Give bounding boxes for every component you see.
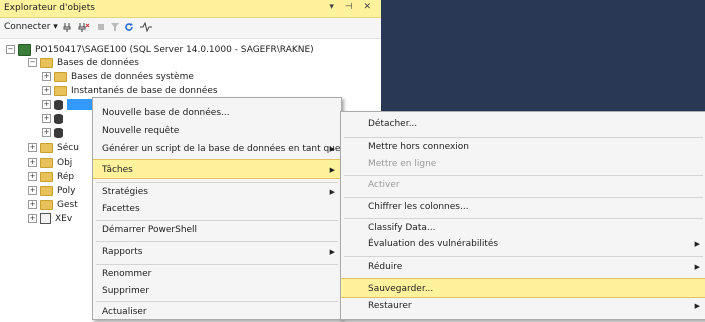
tree-node-system-databases[interactable]: + Bases de données système bbox=[42, 70, 194, 84]
folder-icon bbox=[40, 171, 53, 182]
submenu-item-bring-online[interactable]: Mettre en ligne bbox=[341, 154, 705, 174]
folder-icon bbox=[40, 157, 53, 168]
tree-node-policy[interactable]: + Poly bbox=[28, 184, 75, 198]
tree-node-databases[interactable]: − Bases de données bbox=[28, 56, 139, 70]
databases-label: Bases de données bbox=[57, 58, 139, 68]
expand-icon[interactable]: + bbox=[28, 186, 37, 195]
object-explorer-titlebar: Explorateur d'objets ▾ ⊣ ✕ bbox=[0, 0, 381, 18]
tree-node-replication[interactable]: + Rép bbox=[28, 170, 74, 184]
submenu-item-backup[interactable]: Sauvegarder... bbox=[341, 278, 705, 298]
tree-node-security[interactable]: + Sécu bbox=[28, 141, 79, 155]
connect-icon[interactable] bbox=[62, 22, 72, 35]
menu-item-new-query[interactable]: Nouvelle requête bbox=[93, 121, 341, 141]
database-icon bbox=[54, 99, 63, 110]
submenu-item-activate[interactable]: Activer bbox=[341, 175, 705, 195]
submenu-arrow-icon: ▶ bbox=[694, 263, 700, 271]
truncated-label: Gest bbox=[57, 200, 78, 210]
selected-database-highlight[interactable] bbox=[67, 99, 93, 110]
filter-icon[interactable] bbox=[110, 22, 120, 35]
expand-icon[interactable]: + bbox=[42, 100, 51, 109]
tree-node-server[interactable]: − PO150417\SAGE100 (SQL Server 14.0.1000 … bbox=[6, 43, 314, 57]
truncated-label: Poly bbox=[57, 186, 76, 196]
folder-icon bbox=[54, 71, 67, 82]
xevent-icon bbox=[40, 213, 51, 224]
panel-title: Explorateur d'objets bbox=[4, 3, 95, 13]
submenu-arrow-icon: ▶ bbox=[329, 166, 335, 174]
expand-icon[interactable]: + bbox=[28, 200, 37, 209]
tree-node-xevent[interactable]: + XEv bbox=[28, 212, 72, 226]
collapse-icon[interactable]: − bbox=[28, 58, 37, 67]
submenu-arrow-icon: ▶ bbox=[694, 302, 700, 310]
folder-icon bbox=[40, 199, 53, 210]
expand-icon[interactable]: + bbox=[28, 214, 37, 223]
folder-icon bbox=[40, 185, 53, 196]
context-menu: Nouvelle base de données... Nouvelle req… bbox=[92, 97, 342, 320]
connect-button[interactable]: Connecter ▾ bbox=[4, 22, 58, 32]
truncated-label: Rép bbox=[57, 172, 75, 182]
truncated-label: Sécu bbox=[57, 143, 79, 153]
tree-node-management[interactable]: + Gest bbox=[28, 198, 78, 212]
expand-icon[interactable]: + bbox=[42, 128, 51, 137]
truncated-label: XEv bbox=[55, 214, 73, 224]
submenu-item-detach[interactable]: Détacher... bbox=[341, 114, 705, 134]
submenu-arrow-icon: ▶ bbox=[329, 145, 335, 153]
expand-icon[interactable]: + bbox=[42, 72, 51, 81]
menu-item-refresh[interactable]: Actualiser bbox=[93, 302, 341, 322]
menu-item-tasks[interactable]: Tâches ▶ bbox=[93, 159, 341, 179]
expand-icon[interactable]: + bbox=[42, 86, 51, 95]
folder-icon bbox=[40, 57, 53, 68]
system-databases-label: Bases de données système bbox=[71, 72, 194, 82]
submenu-item-encrypt-columns[interactable]: Chiffrer les colonnes... bbox=[341, 197, 705, 217]
submenu-arrow-icon: ▶ bbox=[329, 248, 335, 256]
object-explorer-toolbar: Connecter ▾ bbox=[0, 18, 381, 39]
expand-icon[interactable]: + bbox=[28, 158, 37, 167]
folder-icon bbox=[40, 142, 53, 153]
menu-item-script-database-as[interactable]: Générer un script de la base de données … bbox=[93, 139, 341, 159]
submenu-arrow-icon: ▶ bbox=[694, 240, 700, 248]
collapse-icon[interactable]: − bbox=[6, 45, 15, 54]
disconnect-icon[interactable] bbox=[78, 22, 90, 35]
folder-icon bbox=[54, 85, 67, 96]
database-icon bbox=[54, 127, 63, 138]
truncated-label: Obj bbox=[57, 158, 73, 168]
menu-item-reports[interactable]: Rapports ▶ bbox=[93, 242, 341, 262]
snapshots-label: Instantanés de base de données bbox=[71, 86, 218, 96]
menu-item-start-powershell[interactable]: Démarrer PowerShell bbox=[93, 220, 341, 240]
menu-item-new-database[interactable]: Nouvelle base de données... bbox=[93, 103, 341, 123]
tree-node-selected-database[interactable]: + bbox=[42, 98, 93, 112]
panel-window-controls[interactable]: ▾ ⊣ ✕ bbox=[329, 2, 375, 12]
expand-icon[interactable]: + bbox=[42, 114, 51, 123]
submenu-item-restore[interactable]: Restaurer ▶ bbox=[341, 296, 705, 316]
tasks-submenu: Détacher... Mettre hors connexion Mettre… bbox=[340, 111, 705, 320]
expand-icon[interactable]: + bbox=[28, 143, 37, 152]
activity-monitor-icon[interactable] bbox=[140, 21, 152, 35]
database-icon bbox=[54, 113, 63, 124]
submenu-item-vulnerability-assessment[interactable]: Évaluation des vulnérabilités ▶ bbox=[341, 234, 705, 254]
tree-node-snapshots[interactable]: + Instantanés de base de données bbox=[42, 84, 218, 98]
expand-icon[interactable]: + bbox=[28, 172, 37, 181]
server-label: PO150417\SAGE100 (SQL Server 14.0.1000 -… bbox=[35, 45, 314, 55]
menu-item-facets[interactable]: Facettes bbox=[93, 199, 341, 219]
server-icon bbox=[18, 43, 31, 56]
tree-node-database[interactable]: + bbox=[42, 112, 67, 126]
refresh-icon[interactable] bbox=[124, 22, 134, 35]
submenu-item-shrink[interactable]: Réduire ▶ bbox=[341, 257, 705, 277]
tree-node-database[interactable]: + bbox=[42, 126, 67, 140]
stop-icon[interactable] bbox=[96, 22, 106, 35]
tree-node-server-objects[interactable]: + Obj bbox=[28, 156, 72, 170]
menu-item-delete[interactable]: Supprimer bbox=[93, 281, 341, 301]
